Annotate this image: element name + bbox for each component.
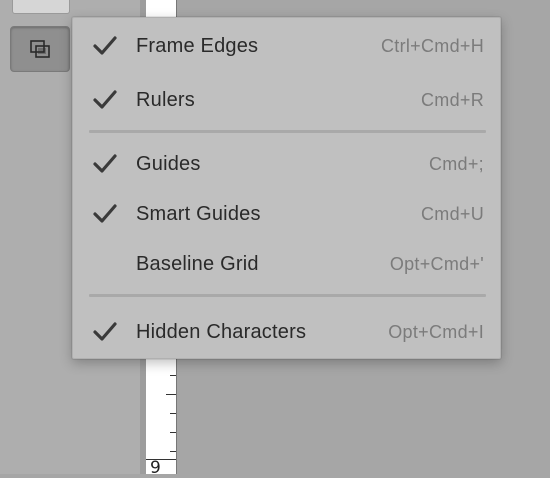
checkmark-icon: [93, 154, 117, 173]
tool-button[interactable]: [12, 0, 70, 14]
checkmark-icon: [93, 90, 117, 109]
menu-item-label: Baseline Grid: [136, 252, 259, 275]
menu-item-label: Smart Guides: [136, 202, 261, 225]
ruler-tick: [170, 451, 176, 452]
menu-item-shortcut: Cmd+R: [420, 89, 484, 110]
menu-item-hidden-characters[interactable]: Hidden Characters Opt+Cmd+I: [73, 312, 500, 352]
menu-item-rulers[interactable]: Rulers Cmd+R: [73, 80, 500, 120]
checkmark-icon: [93, 322, 117, 341]
menu-item-shortcut: Ctrl+Cmd+H: [380, 35, 484, 56]
menu-item-shortcut: Opt+Cmd+': [389, 253, 484, 274]
ruler-tick: [170, 432, 176, 433]
ruler-tick: [170, 413, 176, 414]
menu-item-frame-edges[interactable]: Frame Edges Ctrl+Cmd+H: [73, 26, 500, 66]
ruler-tick: [166, 394, 176, 395]
ruler-tick: [170, 375, 176, 376]
menu-item-smart-guides[interactable]: Smart Guides Cmd+U: [73, 194, 500, 234]
menu-separator: [89, 130, 486, 133]
menu-item-shortcut: Opt+Cmd+I: [388, 321, 484, 342]
ruler-number: 9: [150, 458, 161, 478]
view-options-menu: Frame Edges Ctrl+Cmd+H Rulers Cmd+R Guid…: [72, 17, 501, 359]
menu-separator: [89, 294, 486, 297]
checkmark-icon: [93, 204, 117, 223]
menu-item-label: Hidden Characters: [136, 320, 307, 343]
menu-item-shortcut: Cmd+;: [428, 153, 484, 174]
view-options-button[interactable]: [10, 26, 70, 72]
menu-item-shortcut: Cmd+U: [420, 203, 484, 224]
menu-item-label: Rulers: [136, 88, 195, 111]
checkmark-icon: [93, 36, 117, 55]
frame-edges-icon: [29, 39, 51, 59]
menu-item-baseline-grid[interactable]: Baseline Grid Opt+Cmd+': [73, 244, 500, 284]
menu-item-label: Guides: [136, 152, 201, 175]
menu-item-label: Frame Edges: [136, 34, 259, 57]
menu-item-guides[interactable]: Guides Cmd+;: [73, 144, 500, 184]
